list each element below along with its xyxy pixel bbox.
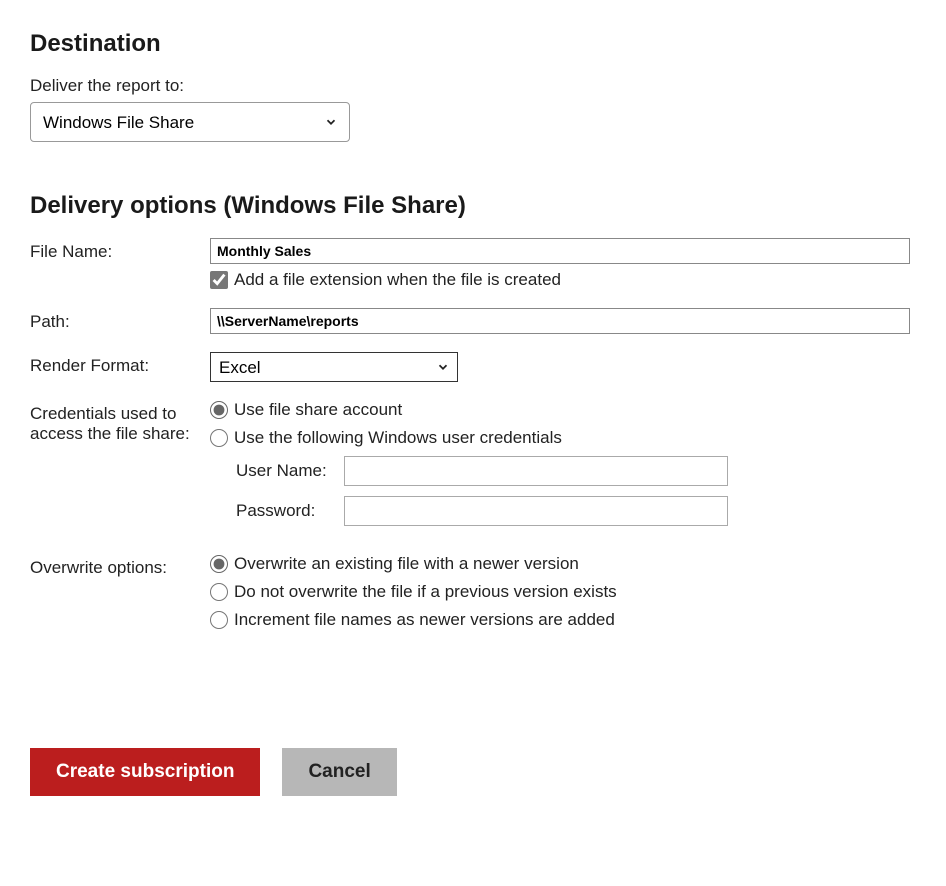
add-extension-checkbox[interactable] <box>210 271 228 289</box>
add-extension-label[interactable]: Add a file extension when the file is cr… <box>234 270 561 290</box>
destination-heading: Destination <box>30 30 916 58</box>
deliver-to-label: Deliver the report to: <box>30 76 916 96</box>
path-label: Path: <box>30 308 200 332</box>
create-subscription-button[interactable]: Create subscription <box>30 748 260 796</box>
credentials-label: Credentials used to access the file shar… <box>30 400 200 444</box>
render-format-label: Render Format: <box>30 352 200 376</box>
use-windows-creds-radio[interactable] <box>210 429 228 447</box>
path-cell <box>210 308 916 334</box>
add-extension-row: Add a file extension when the file is cr… <box>210 270 916 290</box>
destination-section: Destination Deliver the report to: Windo… <box>30 30 916 142</box>
path-input[interactable] <box>210 308 910 334</box>
overwrite-radio-no-overwrite: Do not overwrite the file if a previous … <box>210 582 916 602</box>
render-format-select-wrap: Excel <box>210 352 458 382</box>
button-row: Create subscription Cancel <box>30 748 916 796</box>
file-name-label: File Name: <box>30 238 200 262</box>
user-name-label: User Name: <box>236 461 344 481</box>
destination-select[interactable]: Windows File Share <box>30 102 350 142</box>
overwrite-radio-increment: Increment file names as newer versions a… <box>210 610 916 630</box>
render-format-select[interactable]: Excel <box>210 352 458 382</box>
credentials-radio-windows: Use the following Windows user credentia… <box>210 428 916 448</box>
use-share-account-label[interactable]: Use file share account <box>234 400 402 420</box>
user-name-row: User Name: <box>236 456 916 486</box>
use-share-account-radio[interactable] <box>210 401 228 419</box>
overwrite-label: Overwrite options: <box>30 554 200 578</box>
overwrite-cell: Overwrite an existing file with a newer … <box>210 554 916 638</box>
delivery-heading: Delivery options (Windows File Share) <box>30 192 916 220</box>
delivery-options-section: Delivery options (Windows File Share) Fi… <box>30 192 916 638</box>
increment-radio[interactable] <box>210 611 228 629</box>
windows-creds-fields: User Name: Password: <box>236 456 916 526</box>
credentials-radio-share: Use file share account <box>210 400 916 420</box>
increment-radio-label[interactable]: Increment file names as newer versions a… <box>234 610 615 630</box>
file-name-cell: Add a file extension when the file is cr… <box>210 238 916 290</box>
overwrite-radio[interactable] <box>210 555 228 573</box>
no-overwrite-radio-label[interactable]: Do not overwrite the file if a previous … <box>234 582 617 602</box>
overwrite-radio-overwrite: Overwrite an existing file with a newer … <box>210 554 916 574</box>
password-row: Password: <box>236 496 916 526</box>
destination-select-wrap: Windows File Share <box>30 102 350 142</box>
password-input[interactable] <box>344 496 728 526</box>
file-name-input[interactable] <box>210 238 910 264</box>
overwrite-radio-label[interactable]: Overwrite an existing file with a newer … <box>234 554 579 574</box>
user-name-input[interactable] <box>344 456 728 486</box>
delivery-form: File Name: Add a file extension when the… <box>30 238 916 638</box>
credentials-cell: Use file share account Use the following… <box>210 400 916 536</box>
use-windows-creds-label[interactable]: Use the following Windows user credentia… <box>234 428 562 448</box>
no-overwrite-radio[interactable] <box>210 583 228 601</box>
render-format-cell: Excel <box>210 352 916 382</box>
cancel-button[interactable]: Cancel <box>282 748 396 796</box>
password-label: Password: <box>236 501 344 521</box>
